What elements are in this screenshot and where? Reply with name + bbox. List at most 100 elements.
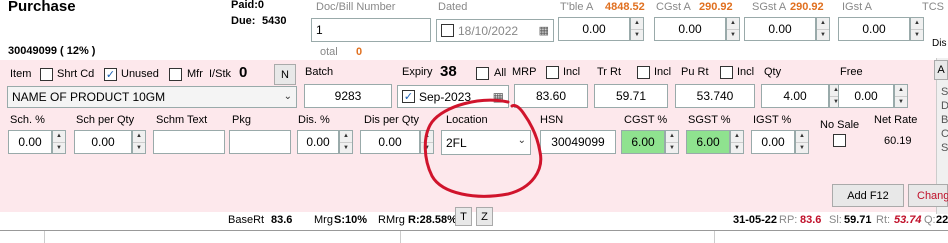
mrg-label: Mrg xyxy=(314,214,333,226)
sch-qty-label: Sch per Qty xyxy=(76,114,135,126)
sgst-pct-label: SGST % xyxy=(688,114,731,126)
product-select[interactable]: NAME OF PRODUCT 10GM ⌄ xyxy=(7,86,297,108)
sch-pct-label: Sch. % xyxy=(10,114,45,126)
new-item-button[interactable]: N xyxy=(274,64,296,85)
add-button[interactable]: Add F12 xyxy=(832,184,904,207)
purt-label: Pu Rt xyxy=(681,66,709,78)
dis-qty-label: Dis per Qty xyxy=(364,114,420,126)
igst-pct-label: IGST % xyxy=(753,114,792,126)
product-value: NAME OF PRODUCT 10GM xyxy=(12,90,166,104)
expiry-count: 38 xyxy=(440,63,457,80)
sgst-amt-spinner[interactable]: ▲ ▼ xyxy=(816,17,830,41)
dis-pct-spinner[interactable]: ▲ ▼ xyxy=(339,130,353,154)
basert-label: BaseRt xyxy=(228,214,265,226)
q-value: 22 xyxy=(936,214,948,226)
shrt-cd-checkbox[interactable] xyxy=(40,68,53,81)
sch-qty-spinner[interactable]: ▲ ▼ xyxy=(132,130,146,154)
sgst-amt-value: 290.92 xyxy=(790,1,824,13)
mfr-checkbox[interactable] xyxy=(169,68,182,81)
side-letter-2: D xyxy=(941,100,948,112)
rp-label: RP: xyxy=(779,214,798,226)
igst-pct-input[interactable]: 0.00 xyxy=(751,130,795,154)
sgst-pct-spinner[interactable]: ▲ ▼ xyxy=(730,130,744,154)
calendar-icon[interactable]: ▦ xyxy=(539,24,549,37)
free-label: Free xyxy=(840,66,863,78)
tble-label: T'ble A xyxy=(560,1,594,13)
rmrg-value: R:28.58% xyxy=(408,214,457,226)
no-sale-label: No Sale xyxy=(820,119,860,131)
batch-label: Batch xyxy=(305,66,334,78)
mrp-incl-label: Incl xyxy=(563,66,581,78)
t-button[interactable]: T xyxy=(455,207,472,226)
sch-pct-input[interactable]: 0.00 xyxy=(8,130,52,154)
footer-date: 31-05-22 xyxy=(733,214,778,226)
z-button[interactable]: Z xyxy=(476,207,493,226)
net-rate-label: Net Rate xyxy=(874,114,918,126)
no-sale-checkbox[interactable] xyxy=(833,134,846,147)
sl-value: 59.71 xyxy=(844,214,872,226)
location-highlight-circle xyxy=(423,98,543,198)
cgst-pct-label: CGST % xyxy=(624,114,668,126)
mrg-value: S:10% xyxy=(334,214,368,226)
cgst-pct-spinner[interactable]: ▲ ▼ xyxy=(665,130,679,154)
qty-label: Qty xyxy=(764,66,782,78)
item-label: Item xyxy=(10,68,32,80)
expiry-label: Expiry xyxy=(402,66,433,78)
grid-divider xyxy=(400,231,401,243)
all-checkbox[interactable] xyxy=(476,67,489,80)
side-a-button[interactable]: A xyxy=(934,60,948,80)
dated-checkbox[interactable] xyxy=(441,24,454,37)
free-spinner[interactable]: ▲ ▼ xyxy=(894,84,908,108)
sl-label: Sl: xyxy=(829,214,842,226)
trrt-incl-checkbox[interactable] xyxy=(637,66,650,79)
free-input[interactable]: 0.00 xyxy=(838,84,894,108)
expiry-checkbox[interactable]: ✓ xyxy=(402,90,415,103)
q-label: Q: xyxy=(924,214,936,226)
doc-number-input[interactable]: 1 xyxy=(311,18,431,42)
istk-label: I/Stk xyxy=(209,68,232,80)
sgst-pct-input[interactable]: 6.00 xyxy=(686,130,730,154)
mrp-incl-checkbox[interactable] xyxy=(546,66,559,79)
sch-pct-spinner[interactable]: ▲ ▼ xyxy=(52,130,66,154)
igst-amt-spinner[interactable]: ▲ ▼ xyxy=(910,17,924,41)
dis-qty-input[interactable]: 0.00 xyxy=(360,130,420,154)
purt-incl-label: Incl xyxy=(737,66,755,78)
purt-incl-checkbox[interactable] xyxy=(720,66,733,79)
cgst-amt-spinner[interactable]: ▲ ▼ xyxy=(726,17,740,41)
total-value: 0 xyxy=(356,46,363,58)
cgst-pct-input[interactable]: 6.00 xyxy=(621,130,665,154)
tble-input[interactable]: 0.00 xyxy=(558,17,630,41)
side-letter-4: C xyxy=(941,128,948,140)
pkg-label: Pkg xyxy=(232,114,251,126)
cgst-amt-input[interactable]: 0.00 xyxy=(654,17,726,41)
tble-value: 4848.52 xyxy=(605,1,645,13)
tcs-label: TCS xyxy=(922,1,944,13)
net-rate-value: 60.19 xyxy=(884,135,912,147)
igst-pct-spinner[interactable]: ▲ ▼ xyxy=(795,130,809,154)
side-letter-1: S xyxy=(941,86,948,98)
all-label: All xyxy=(494,67,507,79)
sgst-amt-input[interactable]: 0.00 xyxy=(744,17,816,41)
trrt-label: Tr Rt xyxy=(597,66,622,78)
basert-value: 83.6 xyxy=(271,214,293,226)
tble-spinner[interactable]: ▲ ▼ xyxy=(630,17,644,41)
doc-number-label: Doc/Bill Number xyxy=(316,1,396,13)
hsn-input[interactable]: 30049099 xyxy=(540,130,616,154)
invoice-ref: 30049099 ( 12% ) xyxy=(8,45,96,57)
igst-amt-label: IGst A xyxy=(842,1,872,13)
dated-input[interactable]: 18/10/2022 ▦ xyxy=(436,19,554,42)
batch-input[interactable]: 9283 xyxy=(304,84,392,108)
purt-input[interactable]: 53.740 xyxy=(675,84,755,108)
unused-checkbox[interactable]: ✓ xyxy=(104,68,117,81)
igst-amt-input[interactable]: 0.00 xyxy=(838,17,910,41)
rt-label: Rt: xyxy=(876,214,891,226)
trrt-input[interactable]: 59.71 xyxy=(594,84,668,108)
dis-pct-input[interactable]: 0.00 xyxy=(297,130,339,154)
change-button[interactable]: Chang xyxy=(908,184,948,207)
schm-text-input[interactable] xyxy=(153,130,225,154)
mrp-label: MRP xyxy=(512,66,537,78)
chevron-down-icon: ⌄ xyxy=(283,91,292,102)
qty-input[interactable]: 4.00 xyxy=(761,84,829,108)
sch-qty-input[interactable]: 0.00 xyxy=(74,130,132,154)
pkg-input[interactable] xyxy=(229,130,291,154)
